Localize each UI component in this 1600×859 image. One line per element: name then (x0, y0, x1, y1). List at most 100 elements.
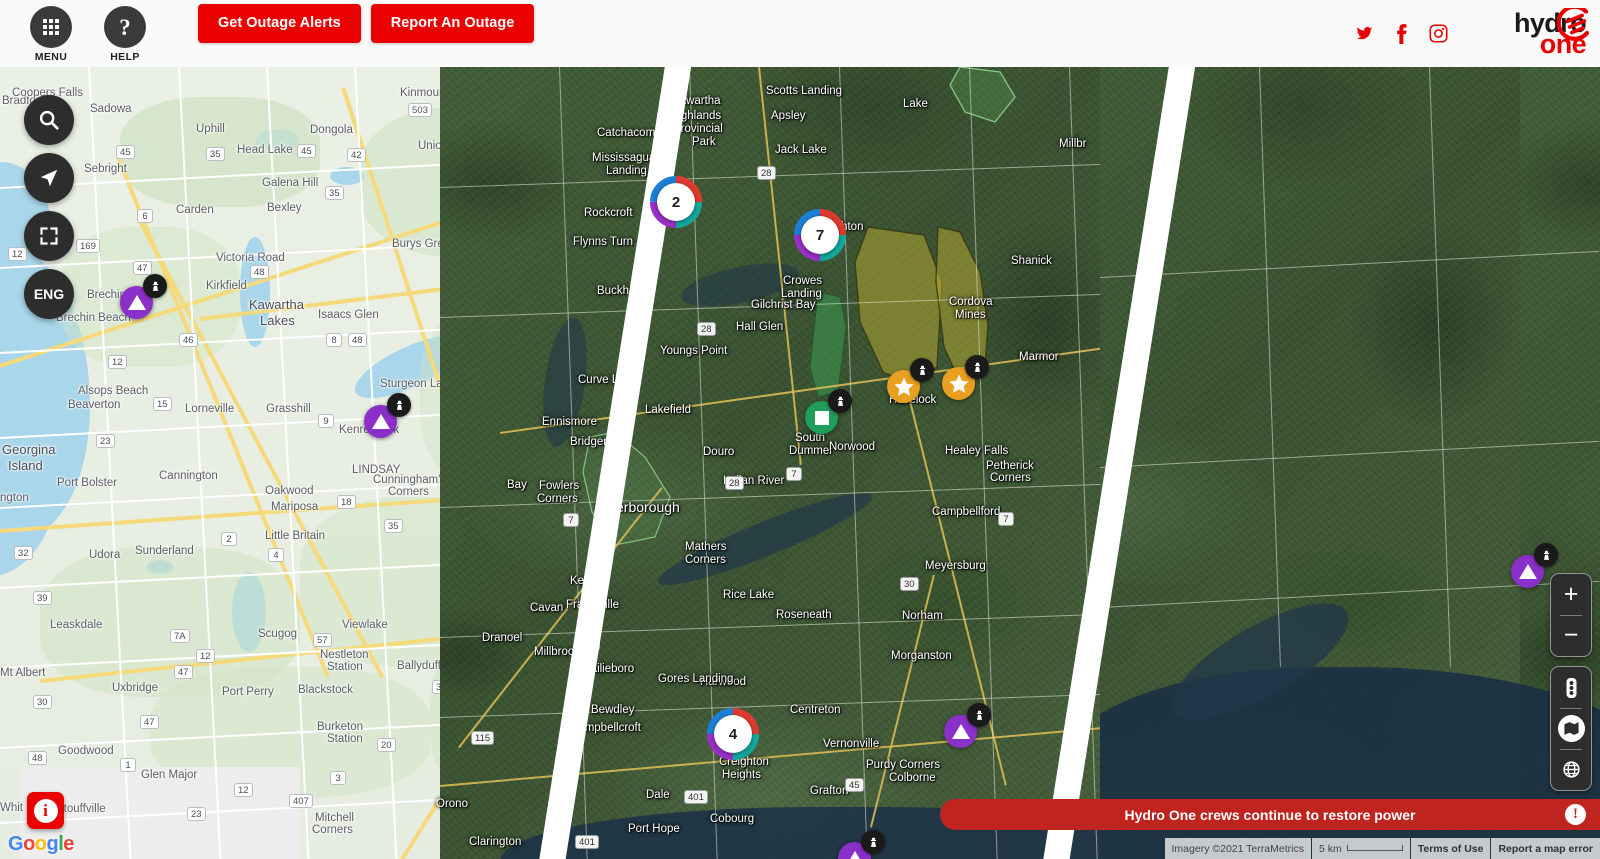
search-button[interactable] (24, 95, 74, 145)
map-controls-left: ENG (24, 95, 74, 319)
alert-exclamation-icon[interactable]: ! (1565, 804, 1586, 825)
scale-bar-graphic (1346, 844, 1403, 851)
zoom-in-label: + (1563, 580, 1579, 608)
outage-marker-pin[interactable] (942, 355, 989, 400)
zoom-in-button[interactable]: + (1551, 574, 1591, 615)
outage-marker[interactable] (942, 355, 989, 400)
facebook-icon[interactable] (1396, 23, 1407, 44)
status-banner-text: Hydro One crews continue to restore powe… (1124, 806, 1416, 823)
crew-worker-icon (152, 281, 158, 291)
scale-label: 5 km (1318, 842, 1342, 855)
status-banner[interactable]: Hydro One crews continue to restore powe… (940, 799, 1600, 830)
outage-marker-pin[interactable] (805, 389, 852, 434)
outage-marker[interactable] (838, 830, 885, 859)
outage-marker-pin[interactable] (944, 703, 991, 748)
cluster-marker-body[interactable]: 7 (794, 209, 846, 261)
triangle-icon (951, 724, 970, 739)
cluster-marker-body[interactable]: 2 (650, 176, 702, 228)
outage-marker[interactable] (1511, 543, 1558, 588)
report-map-error-link[interactable]: Report a map error (1491, 838, 1600, 859)
google-letter-e: e (63, 833, 74, 855)
hydro-one-swoosh-icon (1556, 7, 1590, 41)
triangle-icon (1518, 564, 1537, 579)
globe-icon (1562, 761, 1580, 778)
crew-assigned-badge (910, 358, 934, 382)
outage-marker-pin[interactable] (364, 393, 411, 438)
cluster-marker-body[interactable]: 4 (707, 708, 759, 760)
site-header: MENU ? HELP Get Outage Alerts Report An … (0, 0, 1600, 67)
menu-button[interactable]: MENU (14, 4, 88, 63)
terms-of-use-link[interactable]: Terms of Use (1410, 838, 1491, 859)
google-letter-g2: g (46, 833, 59, 855)
outage-cluster-marker[interactable]: 4 (707, 708, 759, 760)
map-layer-active-indicator (1557, 715, 1585, 742)
outage-map-app: MENU ? HELP Get Outage Alerts Report An … (0, 0, 1600, 859)
crew-worker-icon (919, 365, 925, 375)
google-letter-o2: o (34, 833, 47, 855)
map-canvas[interactable]: Bradford Coopers Falls Sadowa Uphill Kinmoun… (0, 67, 1600, 859)
outage-cluster-marker[interactable]: 7 (794, 209, 846, 261)
question-mark-icon: ? (119, 14, 131, 40)
outage-cluster-marker[interactable]: 2 (650, 176, 702, 228)
menu-icon-circle[interactable] (30, 6, 72, 48)
google-letter-g1: G (8, 833, 24, 855)
crew-assigned-badge (967, 703, 991, 727)
header-cta-group: Get Outage Alerts Report An Outage (198, 4, 535, 43)
fullscreen-button[interactable] (24, 211, 74, 261)
grid-menu-icon (43, 19, 59, 35)
hydro-one-logo[interactable]: hydro one (1514, 7, 1590, 58)
help-label: HELP (110, 51, 140, 63)
zoom-out-button[interactable]: − (1551, 615, 1591, 656)
satellite-toggle[interactable] (1551, 749, 1591, 790)
triangle-icon (845, 851, 864, 859)
header-right-group: hydro one (1355, 7, 1600, 58)
twitter-icon[interactable] (1355, 25, 1374, 42)
crew-assigned-badge (965, 355, 989, 379)
square-icon (814, 410, 829, 425)
help-button[interactable]: ? HELP (88, 4, 162, 63)
header-left-group: MENU ? HELP Get Outage Alerts Report An … (0, 4, 535, 63)
help-icon-circle[interactable]: ? (104, 6, 146, 48)
menu-label: MENU (34, 51, 68, 63)
navigate-arrow-icon (40, 169, 58, 187)
cluster-count-label: 2 (657, 183, 695, 221)
imagery-attribution: Imagery ©2021 TerraMetrics (1164, 838, 1311, 859)
map-attribution: Imagery ©2021 TerraMetrics 5 km Terms of… (1164, 838, 1600, 859)
outage-marker[interactable] (887, 358, 934, 403)
report-an-outage-button[interactable]: Report An Outage (370, 4, 535, 43)
search-icon (39, 110, 59, 130)
traffic-toggle[interactable] (1551, 667, 1591, 708)
star-icon (893, 376, 914, 396)
triangle-icon (127, 295, 146, 310)
outage-marker[interactable] (805, 389, 852, 434)
info-icon: i (33, 798, 58, 823)
outage-marker-pin[interactable] (887, 358, 934, 403)
crew-assigned-badge (1534, 543, 1558, 567)
zoom-out-label: − (1563, 621, 1579, 649)
google-logo: Google (8, 833, 74, 856)
map-layer-toggle[interactable] (1551, 708, 1591, 749)
crew-worker-icon (976, 710, 982, 720)
outage-marker-pin[interactable] (1511, 543, 1558, 588)
get-outage-alerts-button[interactable]: Get Outage Alerts (198, 4, 361, 43)
outage-marker[interactable] (944, 703, 991, 748)
social-links (1355, 23, 1448, 44)
crew-assigned-badge (828, 389, 852, 413)
crew-worker-icon (837, 396, 843, 406)
scale-bar: 5 km (1311, 838, 1410, 859)
map-controls-right: + − (1550, 573, 1592, 791)
language-button[interactable]: ENG (24, 269, 74, 319)
crew-worker-icon (396, 400, 402, 410)
language-label: ENG (33, 286, 65, 302)
instagram-icon[interactable] (1429, 24, 1448, 43)
outage-marker-pin[interactable] (838, 830, 885, 859)
map-layers-icon (1563, 722, 1579, 735)
crew-worker-icon (974, 362, 980, 372)
outage-marker[interactable] (364, 393, 411, 438)
crew-assigned-badge (143, 274, 167, 298)
info-button[interactable]: i (27, 792, 64, 829)
crew-assigned-badge (861, 830, 885, 854)
outage-marker-pin[interactable] (120, 274, 167, 319)
outage-marker[interactable] (120, 274, 167, 319)
locate-button[interactable] (24, 153, 74, 203)
